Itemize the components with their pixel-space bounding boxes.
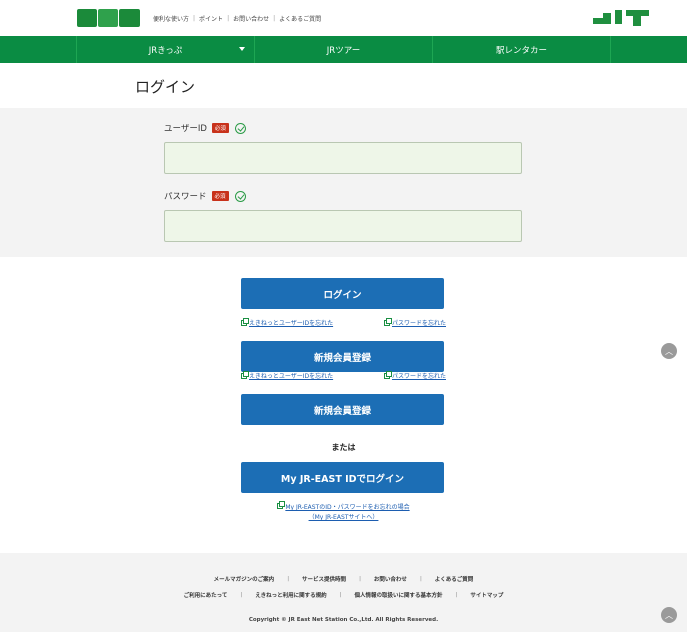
separator: | — [339, 592, 342, 598]
separator: | — [240, 592, 243, 598]
footer-link-privacy-policy[interactable]: 個人情報の取扱いに関する基本方針 — [354, 591, 442, 599]
jre-forgot-note: My JR-EASTのID・パスワードをお忘れの場合 （My JR-EASTサイ… — [0, 501, 687, 523]
footer-link-faq[interactable]: よくあるご質問 — [435, 575, 474, 583]
footer-link-sitemap[interactable]: サイトマップ — [470, 591, 503, 599]
required-badge: 必須 — [211, 191, 229, 201]
password-label: パスワード — [164, 192, 207, 202]
external-link-icon — [241, 370, 249, 379]
util-link-contact[interactable]: お問い合わせ — [233, 14, 269, 23]
external-link-icon — [383, 370, 392, 379]
forgot-userid-link[interactable]: えきねっとユーザーIDを忘れた — [241, 317, 334, 327]
separator: | — [419, 576, 422, 582]
jre-login-button[interactable]: My JR-EAST IDでログイン — [241, 462, 444, 493]
logo-block — [98, 9, 118, 27]
arrow-up-icon: ︿ — [665, 346, 673, 356]
nav-item-label: JRツアー — [326, 45, 361, 56]
copyright-text: Copyright © JR East Net Station Co.,Ltd.… — [248, 617, 439, 623]
password-input[interactable] — [164, 210, 522, 242]
forgot-userid-label: えきねっとユーザーIDを忘れた — [249, 320, 334, 327]
util-link-points[interactable]: ポイント — [199, 14, 223, 23]
footer-row-1: メールマガジンのご案内 | サービス提供時間 | お問い合わせ | よくあるご質… — [0, 575, 687, 583]
arrow-up-icon: ︿ — [665, 610, 673, 620]
separator: | — [359, 576, 361, 582]
footer-link-service-hours[interactable]: サービス提供時間 — [302, 575, 346, 583]
userid-input[interactable] — [164, 142, 522, 174]
util-link-howto[interactable]: 便利な使い方 — [153, 14, 189, 23]
footer-link-contact[interactable]: お問い合わせ — [374, 575, 407, 583]
page-title: ログイン — [135, 78, 196, 96]
top-header: 便利な使い方 | ポイント | お問い合わせ | よくあるご質問 — [0, 0, 687, 36]
forgot-links-row: えきねっとユーザーIDを忘れた パスワードを忘れた — [241, 370, 446, 380]
login-button[interactable]: ログイン — [241, 278, 444, 309]
jre-forgot-line1: My JR-EASTのID・パスワードをお忘れの場合 — [285, 504, 410, 511]
nav-item-label: 駅レンタカー — [495, 45, 547, 56]
check-circle-icon — [234, 190, 246, 202]
separator: | — [287, 576, 290, 582]
forgot-password-label: パスワードを忘れた — [391, 373, 446, 380]
ekinet-logo[interactable] — [77, 9, 141, 27]
nav-item-label: JRきっぷ — [148, 45, 183, 56]
scroll-top-button-footer[interactable]: ︿ — [661, 607, 677, 623]
external-link-icon — [277, 501, 286, 509]
nav-spacer — [610, 36, 687, 63]
separator: | — [455, 592, 458, 598]
forgot-password-link[interactable]: パスワードを忘れた — [383, 370, 446, 380]
forgot-userid-link[interactable]: えきねっとユーザーIDを忘れた — [241, 370, 334, 380]
nav-item-jr-tickets[interactable]: JRきっぷ — [76, 36, 254, 63]
logo-block — [119, 9, 140, 27]
forgot-userid-label: えきねっとユーザーIDを忘れた — [249, 373, 334, 380]
userid-label-row: ユーザーID 必須 — [164, 122, 246, 134]
password-label-row: パスワード 必須 — [164, 190, 246, 202]
footer-link-mail-magazine[interactable]: メールマガジンのご案内 — [214, 575, 275, 583]
forgot-password-label: パスワードを忘れた — [391, 320, 446, 327]
scroll-top-button[interactable]: ︿ — [661, 343, 677, 359]
external-link-icon — [241, 317, 249, 326]
separator: | — [227, 15, 230, 22]
jre-forgot-link[interactable]: My JR-EASTのID・パスワードをお忘れの場合 — [277, 501, 410, 511]
footer-link-ekinet-terms[interactable]: えきねっと利用に関する規約 — [255, 591, 326, 599]
register-button[interactable]: 新規会員登録 — [241, 341, 444, 372]
check-circle-icon — [234, 122, 246, 134]
separator: | — [273, 15, 276, 22]
nav-item-rent-a-car[interactable]: 駅レンタカー — [432, 36, 610, 63]
jr-east-logo[interactable] — [593, 10, 649, 28]
jre-site-link[interactable]: （My JR-EASTサイトへ） — [309, 514, 379, 521]
forgot-links-row: えきねっとユーザーIDを忘れた パスワードを忘れた — [241, 317, 446, 327]
external-link-icon — [383, 317, 392, 326]
footer-row-2: ご利用にあたって | えきねっと利用に関する規約 | 個人情報の取扱いに関する基… — [0, 591, 687, 599]
util-link-faq[interactable]: よくあるご質問 — [279, 14, 321, 23]
footer-link-terms-of-use[interactable]: ご利用にあたって — [184, 591, 228, 599]
required-badge: 必須 — [211, 123, 229, 133]
nav-item-jr-tour[interactable]: JRツアー — [254, 36, 432, 63]
register-button-secondary[interactable]: 新規会員登録 — [241, 394, 444, 425]
or-divider-text: または — [331, 443, 356, 452]
userid-label: ユーザーID — [164, 124, 207, 134]
logo-block — [77, 9, 97, 27]
utility-links: 便利な使い方 | ポイント | お問い合わせ | よくあるご質問 — [153, 14, 321, 23]
main-nav: JRきっぷ JRツアー 駅レンタカー — [0, 36, 687, 63]
chevron-down-icon — [239, 47, 245, 51]
separator: | — [193, 15, 196, 22]
forgot-password-link[interactable]: パスワードを忘れた — [383, 317, 446, 327]
